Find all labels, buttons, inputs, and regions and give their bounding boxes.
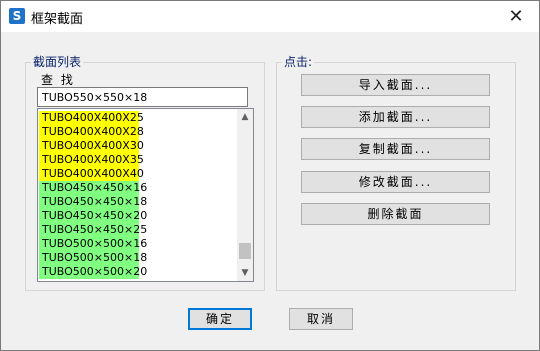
scroll-up-arrow-icon[interactable]: ▲ xyxy=(237,109,253,125)
list-item[interactable]: TUBO500×500×16 xyxy=(39,237,147,251)
cancel-button[interactable]: 取消 xyxy=(289,308,353,330)
close-button[interactable]: ✕ xyxy=(493,1,539,32)
add-section-button[interactable]: 添加截面... xyxy=(301,106,490,128)
list-item[interactable]: TUBO500×500×18 xyxy=(39,251,147,265)
actions-group-label: 点击: xyxy=(282,53,315,70)
list-item[interactable]: TUBO400X400X35 xyxy=(39,153,144,167)
section-list-group-label: 截面列表 xyxy=(31,53,84,70)
list-item[interactable]: TUBO400X400X30 xyxy=(39,139,144,153)
delete-section-button[interactable]: 删除截面 xyxy=(301,203,490,225)
scroll-thumb[interactable] xyxy=(239,243,251,259)
list-item[interactable]: TUBO450×450×18 xyxy=(39,195,147,209)
list-item[interactable]: TUBO400X400X28 xyxy=(39,125,144,139)
list-item[interactable]: TUBO500×500×20 xyxy=(39,265,147,279)
section-listbox[interactable]: TUBO400X400X25 TUBO400X400X28 TUBO400X400X… xyxy=(37,108,254,282)
list-item[interactable]: TUBO400X400X40 xyxy=(39,167,144,181)
title-bar[interactable]: S 框架截面 ✕ xyxy=(1,1,539,32)
list-item[interactable]: TUBO450×450×16 xyxy=(39,181,147,195)
ok-button[interactable]: 确定 xyxy=(188,308,252,330)
app-logo-icon: S xyxy=(9,8,25,24)
import-section-button[interactable]: 导入截面... xyxy=(301,74,490,96)
window-title: 框架截面 xyxy=(31,12,84,27)
search-input[interactable] xyxy=(37,87,248,107)
find-label: 查 找 xyxy=(41,73,75,87)
list-item[interactable]: TUBO450×450×20 xyxy=(39,209,147,223)
scroll-down-arrow-icon[interactable]: ▼ xyxy=(237,265,253,281)
list-item[interactable]: TUBO450×450×25 xyxy=(39,223,147,237)
copy-section-button[interactable]: 复制截面... xyxy=(301,138,490,160)
section-list-items: TUBO400X400X25 TUBO400X400X28 TUBO400X400X… xyxy=(39,111,147,279)
modify-section-button[interactable]: 修改截面... xyxy=(301,171,490,193)
dialog-window: S 框架截面 ✕ 截面列表 查 找 TUBO400X400X25TUBO400X… xyxy=(0,0,540,351)
vertical-scrollbar[interactable]: ▲ ▼ xyxy=(237,109,253,281)
list-item[interactable]: TUBO400X400X25 xyxy=(39,111,144,125)
